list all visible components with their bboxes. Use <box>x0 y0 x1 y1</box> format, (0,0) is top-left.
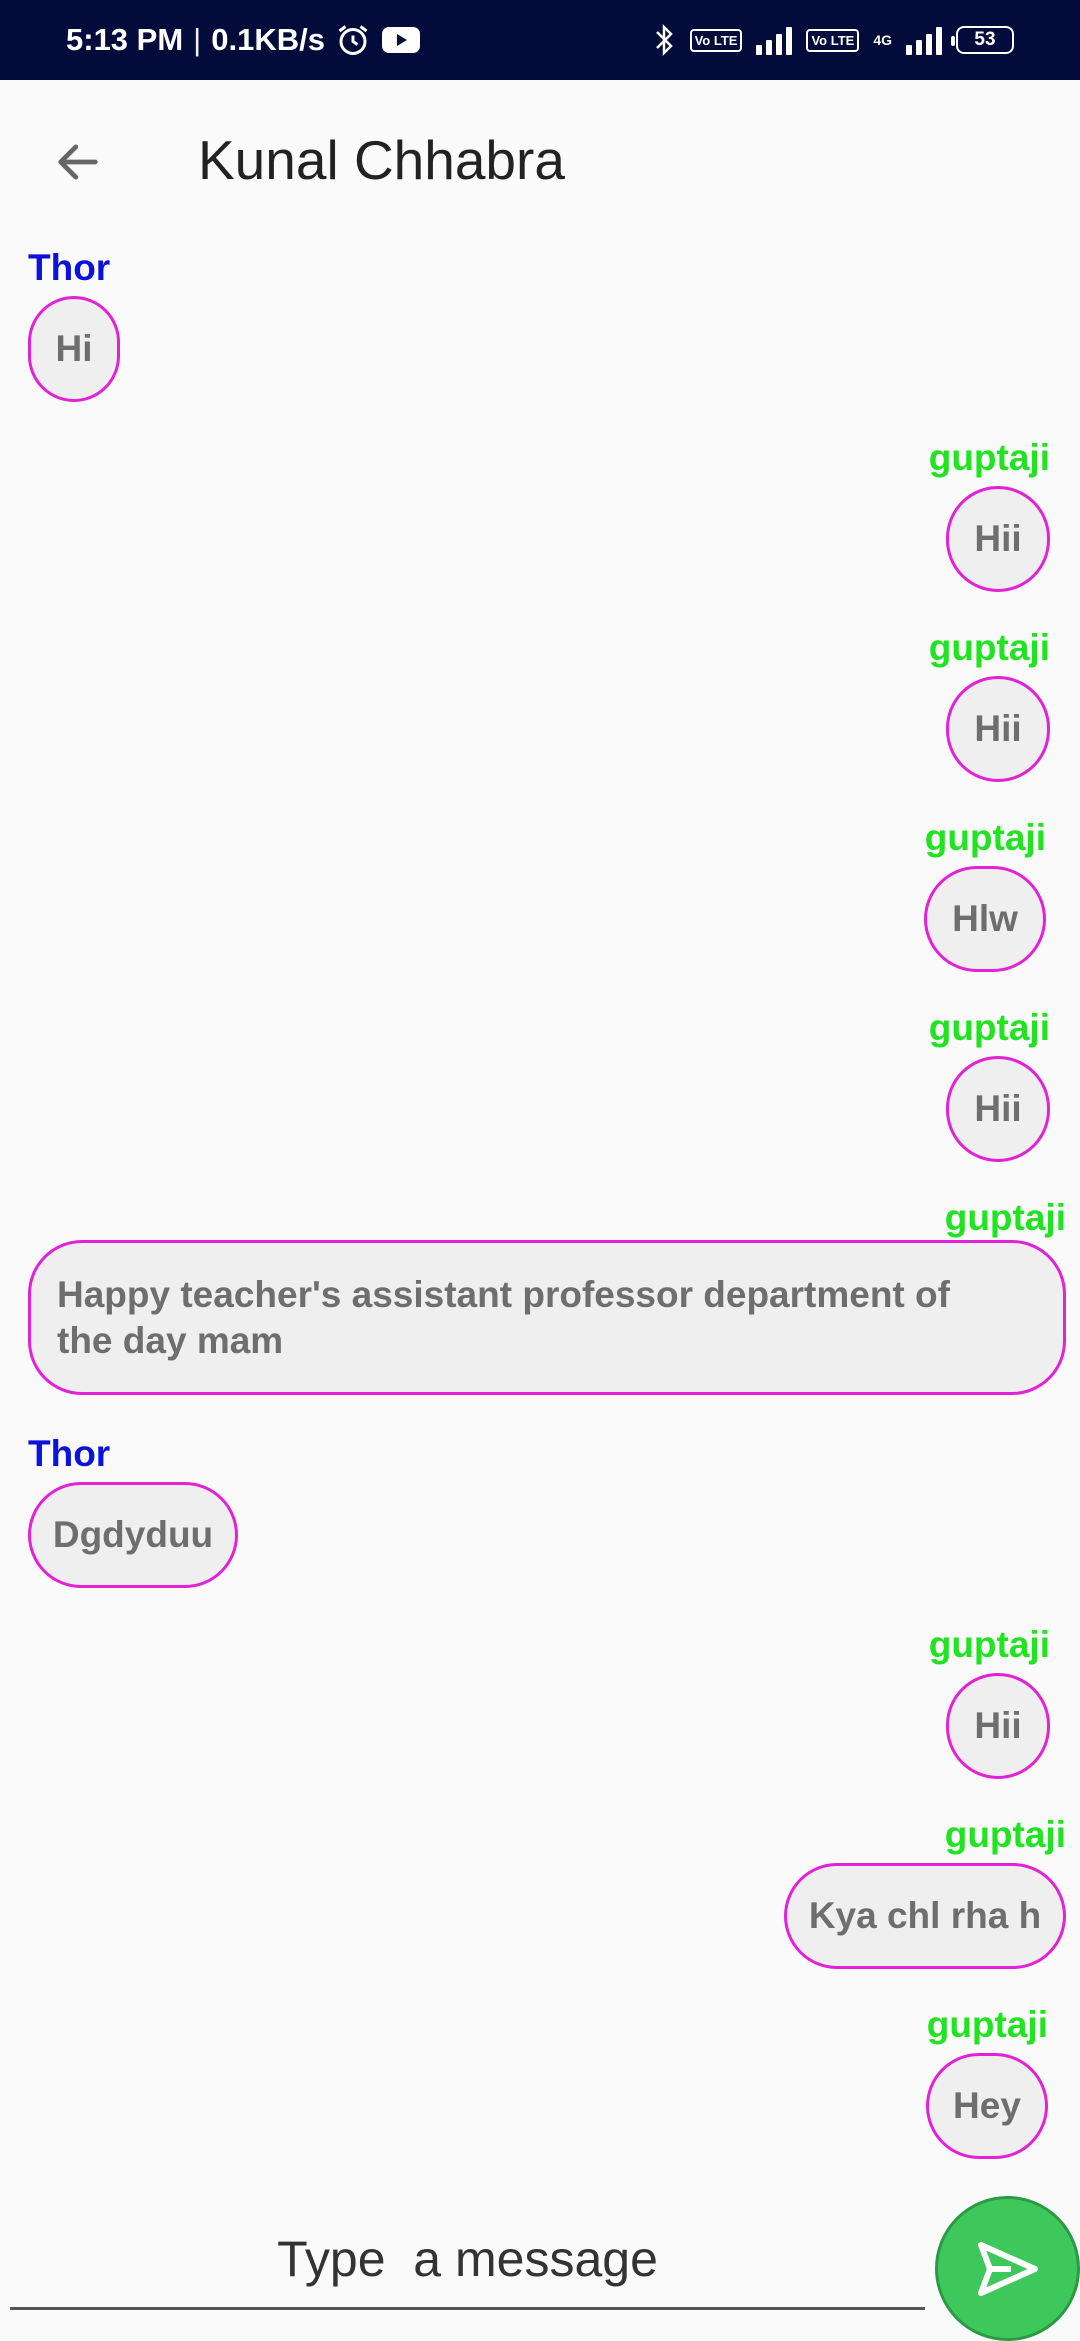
battery-level: 53 <box>974 29 996 50</box>
status-separator: | <box>193 22 202 57</box>
sender-name: Thor <box>28 247 111 288</box>
volte-badge-2: Vo LTE <box>806 28 860 52</box>
message-item: guptaji Hii <box>929 1009 1050 1162</box>
message-text: Dgdyduu <box>52 1514 214 1555</box>
sender-name: guptaji <box>928 627 1050 668</box>
back-button[interactable] <box>38 122 118 202</box>
composer <box>0 2190 1080 2340</box>
sender-name: guptaji <box>928 1624 1050 1665</box>
volte-badge-1: Vo LTE <box>689 28 743 52</box>
sender-name: Thor <box>28 1433 111 1474</box>
message-text: Hii <box>974 1705 1022 1746</box>
message-item: guptaji Hii <box>929 1626 1050 1779</box>
network-type: 4G <box>873 32 892 48</box>
alarm-icon <box>338 25 368 55</box>
message-bubble[interactable]: Hii <box>946 1673 1050 1779</box>
message-text: Hii <box>974 518 1022 559</box>
sender-name: guptaji <box>944 1814 1066 1855</box>
status-speed: 0.1KB/s <box>211 22 325 57</box>
sender-name: guptaji <box>928 1007 1050 1048</box>
message-text: Happy teacher's assistant professor depa… <box>57 1273 950 1361</box>
sender-name: guptaji <box>924 817 1046 858</box>
message-item: Thor Dgdyduu <box>28 1435 238 1588</box>
sender-name: guptaji <box>928 437 1050 478</box>
status-time: 5:13 PM <box>66 22 184 57</box>
message-input[interactable] <box>10 2210 925 2310</box>
send-icon <box>977 2241 1038 2296</box>
chat-title: Kunal Chhabra <box>198 129 565 191</box>
message-text: Kya chl rha h <box>808 1895 1042 1936</box>
sender-name: guptaji <box>944 1197 1066 1238</box>
message-item: guptaji Kya chl rha h <box>784 1816 1066 1969</box>
message-bubble[interactable]: Hlw <box>924 866 1046 972</box>
status-left: 5:13 PM | 0.1KB/s <box>66 22 421 58</box>
message-bubble[interactable]: Hii <box>946 486 1050 592</box>
message-item: Thor Hi <box>28 249 120 402</box>
battery-icon: 53 <box>951 26 1014 54</box>
message-item: guptaji Hey <box>926 2006 1048 2159</box>
arrow-left-icon <box>58 144 98 180</box>
signal-bars-2-icon <box>906 25 942 55</box>
message-item: guptaji Hii <box>929 629 1050 782</box>
message-text: Hii <box>974 708 1022 749</box>
message-bubble[interactable]: Dgdyduu <box>28 1482 238 1588</box>
send-button[interactable] <box>935 2196 1080 2341</box>
message-item: guptaji Happy teacher's assistant profes… <box>28 1199 1066 1395</box>
message-bubble[interactable]: Hii <box>946 676 1050 782</box>
message-text: Hey <box>953 2085 1021 2126</box>
message-text: Hii <box>974 1088 1022 1129</box>
youtube-icon <box>381 27 420 53</box>
app-bar: Kunal Chhabra <box>0 80 1080 240</box>
message-bubble[interactable]: Hey <box>926 2053 1048 2159</box>
message-item: guptaji Hii <box>929 439 1050 592</box>
message-bubble[interactable]: Kya chl rha h <box>784 1863 1066 1969</box>
status-bar: 5:13 PM | 0.1KB/s Vo LTE Vo LTE 4G 53 <box>0 0 1080 80</box>
message-bubble[interactable]: Hii <box>946 1056 1050 1162</box>
message-text: Hlw <box>952 898 1018 939</box>
sender-name: guptaji <box>926 2004 1048 2045</box>
message-bubble[interactable]: Hi <box>28 296 120 402</box>
bluetooth-icon <box>655 23 673 57</box>
message-bubble[interactable]: Happy teacher's assistant professor depa… <box>28 1240 1066 1395</box>
signal-bars-1-icon <box>756 25 793 55</box>
message-item: guptaji Hlw <box>924 819 1046 972</box>
status-right: Vo LTE Vo LTE 4G 53 <box>652 23 1014 57</box>
message-text: Hi <box>55 328 93 369</box>
